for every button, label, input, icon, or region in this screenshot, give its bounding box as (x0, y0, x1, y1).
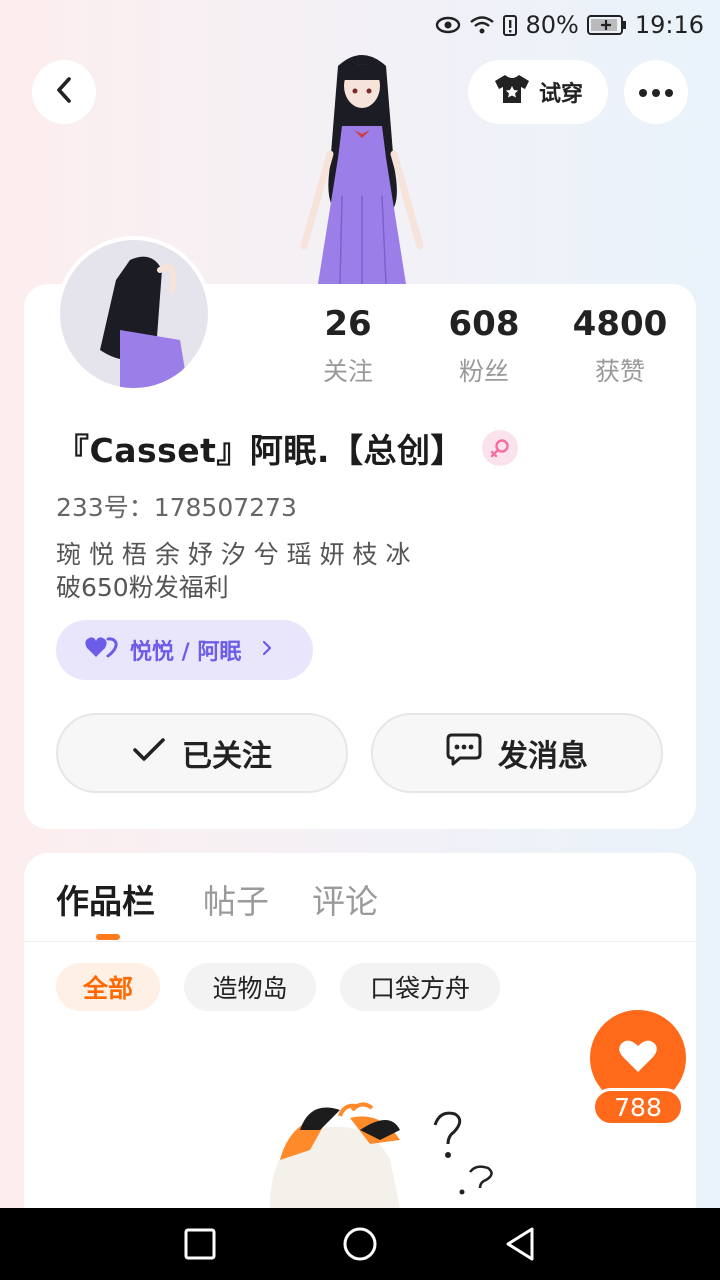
status-bar: 80% 19:16 (0, 0, 720, 50)
try-on-button[interactable]: 试穿 (468, 60, 608, 124)
chat-bubble-icon (446, 732, 482, 774)
back-nav-icon[interactable] (500, 1224, 540, 1264)
back-button[interactable] (32, 60, 96, 124)
tab-comments[interactable]: 评论 (312, 875, 378, 923)
female-icon (481, 430, 518, 466)
heart-icon (618, 1038, 658, 1078)
tab-works[interactable]: 作品栏 (56, 875, 155, 923)
battery-percent: 80% (525, 11, 579, 39)
tab-divider (24, 941, 696, 942)
user-name: 『Casset』阿眠.【总创】 (56, 431, 464, 470)
likes-label: 获赞 (594, 357, 645, 386)
clock: 19:16 (634, 11, 704, 39)
stat-likes[interactable]: 4800 获赞 (555, 304, 685, 388)
eye-icon (435, 15, 461, 35)
more-button[interactable] (624, 60, 688, 124)
active-tab-indicator (96, 934, 120, 940)
chevron-right-icon (261, 638, 273, 663)
more-dots-icon (638, 83, 674, 102)
filter-chip-pocket-ark[interactable]: 口袋方舟 (340, 963, 500, 1011)
try-on-label: 试穿 (538, 82, 583, 107)
wifi-icon (469, 14, 495, 36)
home-icon[interactable] (340, 1224, 380, 1264)
stat-following[interactable]: 26 关注 (283, 304, 413, 388)
cp-relationship-tag[interactable]: 悦悦 / 阿眠 (56, 620, 313, 680)
likes-count: 4800 (572, 304, 668, 344)
avatar-image (100, 256, 188, 388)
tab-posts[interactable]: 帖子 (203, 875, 269, 923)
followers-label: 粉丝 (458, 357, 509, 386)
checkmark-icon (132, 736, 166, 771)
send-message-label: 发消息 (498, 739, 588, 774)
recents-icon[interactable] (180, 1224, 220, 1264)
work-thumbnail[interactable] (240, 1100, 520, 1208)
followers-count: 608 (448, 304, 520, 344)
user-id: 233号：178507273 (56, 493, 297, 522)
following-count: 26 (324, 304, 372, 344)
battery-saver-icon (503, 14, 518, 36)
bio: 琬 悦 梧 余 妤 汐 兮 瑶 妍 枝 冰 破650粉发福利 (56, 538, 410, 604)
double-heart-icon (84, 635, 118, 665)
like-count: 788 (592, 1088, 684, 1126)
send-message-button[interactable]: 发消息 (371, 713, 663, 793)
avatar[interactable] (56, 236, 212, 392)
following-button-label: 已关注 (182, 739, 272, 774)
battery-icon (586, 14, 627, 36)
bio-line: 琬 悦 梧 余 妤 汐 兮 瑶 妍 枝 冰 (56, 540, 411, 569)
following-label: 关注 (322, 357, 373, 386)
filter-chip-all[interactable]: 全部 (56, 963, 160, 1011)
tshirt-icon (493, 73, 531, 111)
following-button[interactable]: 已关注 (56, 713, 348, 793)
filter-chip-creation-island[interactable]: 造物岛 (184, 963, 316, 1011)
system-nav-bar (0, 1208, 720, 1280)
cp-tag-label: 悦悦 / 阿眠 (130, 640, 242, 665)
stat-followers[interactable]: 608 粉丝 (419, 304, 549, 388)
bio-line: 破650粉发福利 (56, 573, 229, 602)
chevron-left-icon (53, 76, 75, 108)
name-row: 『Casset』阿眠.【总创】 (56, 424, 518, 472)
character-figure (300, 55, 424, 285)
